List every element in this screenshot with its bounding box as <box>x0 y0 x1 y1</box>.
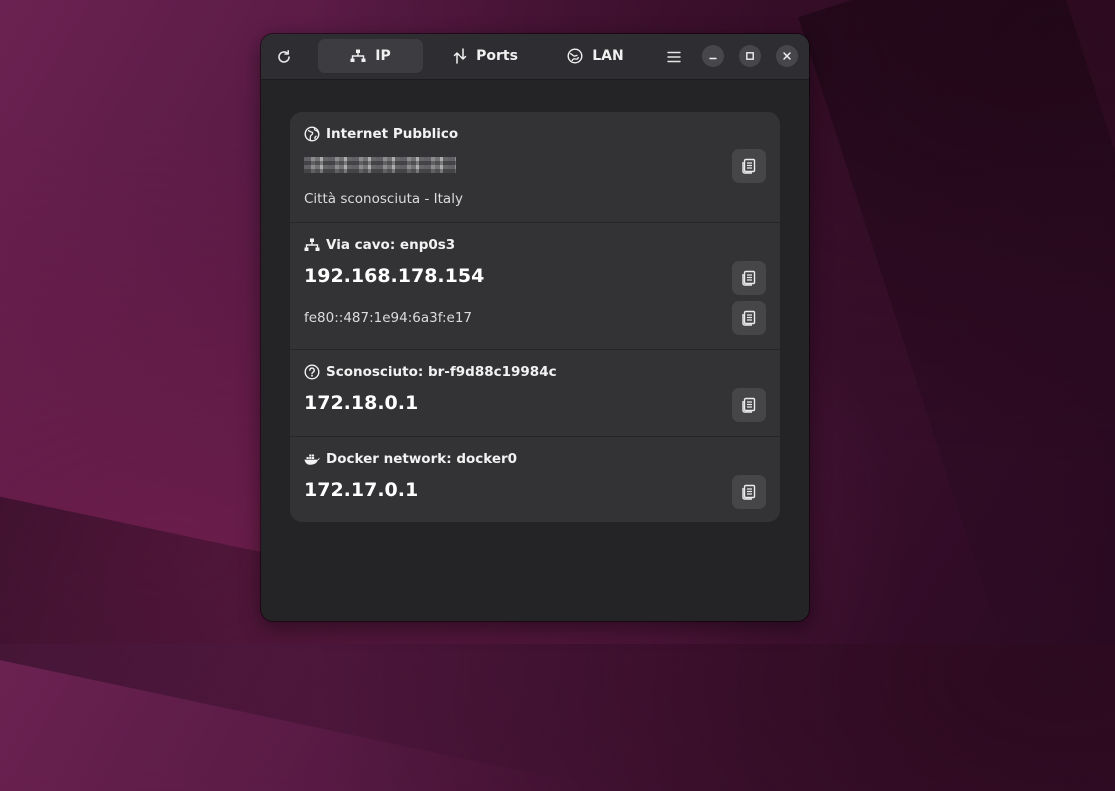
hamburger-menu-icon <box>666 51 681 62</box>
maximize-icon <box>746 52 754 60</box>
maximize-button[interactable] <box>739 45 761 67</box>
main-menu-button[interactable] <box>657 40 690 73</box>
ipv6-address: fe80::487:1e94:6a3f:e17 <box>304 310 473 326</box>
close-icon <box>783 52 791 60</box>
interface-row-bridge: Sconosciuto: br-f9d88c19984c 172.18.0.1 <box>290 349 780 437</box>
copy-icon <box>742 270 756 286</box>
copy-ipv4-button[interactable] <box>732 388 766 422</box>
ipv4-address: 172.17.0.1 <box>304 479 419 501</box>
interface-title: Internet Pubblico <box>304 126 458 142</box>
copy-public-ip-button[interactable] <box>732 149 766 183</box>
copy-ipv4-button[interactable] <box>732 475 766 509</box>
network-wired-icon <box>350 49 366 62</box>
tab-ip-label: IP <box>375 48 391 64</box>
refresh-button[interactable] <box>267 40 300 73</box>
wallpaper-shadow <box>798 0 1115 684</box>
refresh-icon <box>277 49 290 63</box>
network-wired-icon <box>304 238 320 251</box>
interface-row-public: Internet Pubblico Città sconosciuta - It… <box>290 112 780 222</box>
tab-ports[interactable]: Ports <box>433 39 538 73</box>
copy-ipv6-button[interactable] <box>732 301 766 335</box>
interface-title: Sconosciuto: br-f9d88c19984c <box>304 364 557 380</box>
interface-row-wired: Via cavo: enp0s3 192.168.178.154 fe80::4… <box>290 222 780 350</box>
tab-ports-label: Ports <box>476 48 518 64</box>
redacted-public-ip <box>304 157 456 173</box>
copy-icon <box>742 484 756 500</box>
interface-title: Docker network: docker0 <box>304 451 517 467</box>
copy-ipv4-button[interactable] <box>732 261 766 295</box>
interfaces-card: Internet Pubblico Città sconosciuta - It… <box>290 112 780 522</box>
question-icon <box>304 364 320 380</box>
tab-ip[interactable]: IP <box>318 39 423 73</box>
minimize-button[interactable] <box>702 45 724 67</box>
minimize-icon <box>709 57 717 60</box>
ipv4-address: 172.18.0.1 <box>304 392 419 414</box>
ipv4-address: 192.168.178.154 <box>304 265 485 287</box>
copy-icon <box>742 158 756 174</box>
globe-icon <box>304 126 320 142</box>
close-button[interactable] <box>776 45 798 67</box>
tab-lan[interactable]: LAN <box>543 39 648 73</box>
tab-lan-label: LAN <box>592 48 624 64</box>
header-bar: IP Ports LAN <box>261 34 809 80</box>
interface-title: Via cavo: enp0s3 <box>304 237 455 253</box>
ports-arrows-icon <box>453 48 467 64</box>
interface-row-docker: Docker network: docker0 172.17.0.1 <box>290 436 780 522</box>
lan-globe-icon <box>567 48 583 64</box>
public-location: Città sconosciuta - Italy <box>304 191 463 207</box>
app-window: IP Ports LAN Internet Pubblico Città sco… <box>261 34 809 621</box>
copy-icon <box>742 310 756 326</box>
docker-whale-icon <box>304 454 320 465</box>
copy-icon <box>742 397 756 413</box>
